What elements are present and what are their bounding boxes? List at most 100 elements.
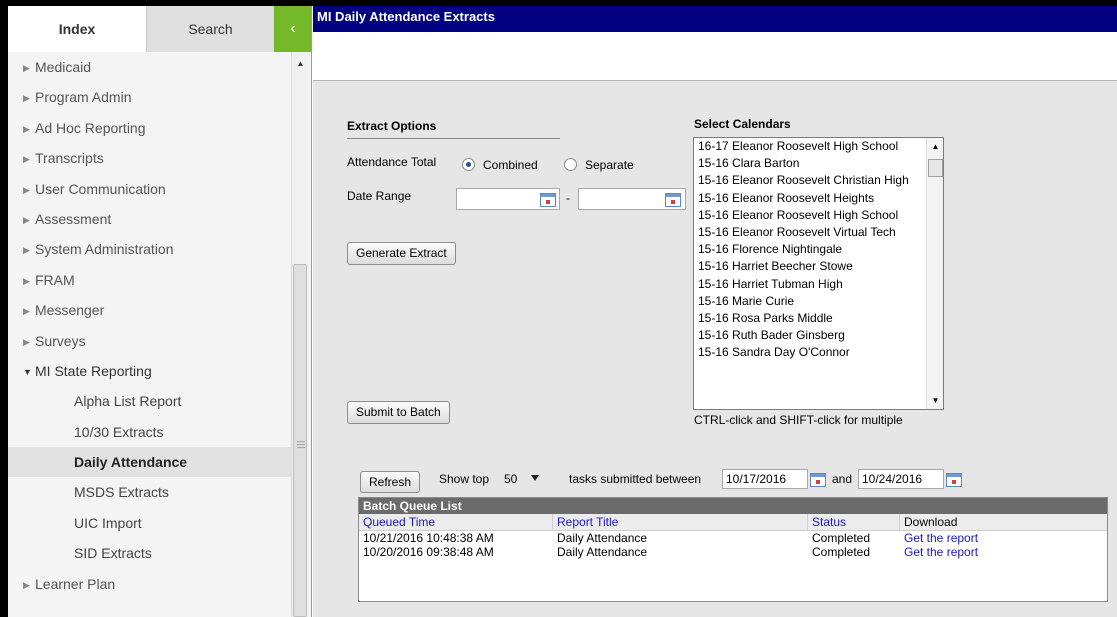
tasks-between-label: tasks submitted between bbox=[569, 472, 702, 486]
scroll-up-arrow-icon[interactable]: ▲ bbox=[292, 58, 309, 70]
nav-item-surveys[interactable]: ▶ Surveys bbox=[8, 326, 291, 356]
list-item[interactable]: 15-16 Sandra Day O'Connor bbox=[694, 344, 924, 361]
get-report-link[interactable]: Get the report bbox=[900, 545, 978, 559]
status-cell: Completed bbox=[812, 545, 871, 559]
nav-item-mi-state-reporting[interactable]: ▼ MI State Reporting bbox=[8, 356, 291, 386]
nav-item-transcripts[interactable]: ▶ Transcripts bbox=[8, 143, 291, 173]
list-item[interactable]: 15-16 Eleanor Roosevelt Heights bbox=[694, 190, 924, 207]
radio-separate[interactable] bbox=[564, 158, 577, 171]
status-cell: Completed bbox=[812, 531, 871, 545]
calendar-icon[interactable] bbox=[810, 473, 826, 487]
caret-right-icon: ▶ bbox=[23, 336, 30, 347]
calendar-scroll-thumb[interactable] bbox=[928, 159, 943, 177]
action-toolbar bbox=[313, 32, 1117, 81]
calendar-icon[interactable] bbox=[665, 193, 681, 207]
nav-item-label: System Administration bbox=[35, 241, 174, 258]
table-row: 10/21/2016 10:48:38 AM Daily Attendance … bbox=[359, 531, 1107, 545]
main-panel: MI Daily Attendance Extracts Extract Opt… bbox=[313, 6, 1117, 617]
nav-item-program-admin[interactable]: ▶ Program Admin bbox=[8, 82, 291, 112]
list-item[interactable]: 15-16 Clara Barton bbox=[694, 155, 924, 172]
caret-right-icon: ▶ bbox=[23, 154, 30, 165]
caret-right-icon: ▶ bbox=[23, 214, 30, 225]
column-header-status[interactable]: Status bbox=[808, 514, 900, 531]
nav-item-assessment[interactable]: ▶ Assessment bbox=[8, 204, 291, 234]
chevron-left-icon: ‹ bbox=[290, 20, 296, 37]
column-header-report-title[interactable]: Report Title bbox=[553, 514, 808, 531]
nav-item-label: Learner Plan bbox=[35, 575, 116, 592]
column-header-queued-time[interactable]: Queued Time bbox=[359, 514, 553, 531]
caret-right-icon: ▶ bbox=[23, 184, 30, 195]
list-item[interactable]: 15-16 Florence Nightingale bbox=[694, 241, 924, 258]
nav-item-fram[interactable]: ▶ FRAM bbox=[8, 265, 291, 295]
caret-right-icon: ▶ bbox=[23, 63, 30, 73]
collapse-sidebar-button[interactable]: ‹ bbox=[274, 6, 311, 52]
sidebar-tabs: Index Search ‹ bbox=[8, 6, 311, 52]
chevron-down-icon[interactable] bbox=[531, 475, 539, 481]
batch-to-date-input[interactable] bbox=[858, 469, 944, 489]
nav-item-label: FRAM bbox=[35, 271, 75, 288]
separate-label: Separate bbox=[585, 158, 634, 172]
calendar-icon[interactable] bbox=[946, 473, 962, 487]
tab-index[interactable]: Index bbox=[8, 6, 146, 52]
nav-item-label: Assessment bbox=[35, 210, 112, 227]
batch-from-date-input[interactable] bbox=[722, 469, 808, 489]
nav-item-system-administration[interactable]: ▶ System Administration bbox=[8, 234, 291, 264]
nav-item-messenger[interactable]: ▶ Messenger bbox=[8, 295, 291, 325]
nav-sub-sid-extracts[interactable]: SID Extracts bbox=[8, 538, 291, 568]
tab-search[interactable]: Search bbox=[146, 6, 274, 52]
caret-right-icon: ▶ bbox=[23, 306, 30, 317]
radio-combined[interactable] bbox=[462, 158, 475, 171]
and-label: and bbox=[832, 472, 853, 486]
generate-extract-button[interactable]: Generate Extract bbox=[347, 242, 456, 265]
list-item[interactable]: 15-16 Marie Curie bbox=[694, 293, 924, 310]
list-item[interactable]: 15-16 Rosa Parks Middle bbox=[694, 310, 924, 327]
caret-right-icon: ▶ bbox=[23, 93, 30, 104]
batch-queue-title: Batch Queue List bbox=[359, 498, 1107, 514]
caret-right-icon: ▶ bbox=[23, 245, 30, 256]
combined-label: Combined bbox=[483, 158, 538, 172]
nav-sub-uic-import[interactable]: UIC Import bbox=[8, 508, 291, 538]
nav-item-learner-plan[interactable]: ▶ Learner Plan bbox=[8, 569, 291, 599]
submit-to-batch-button[interactable]: Submit to Batch bbox=[347, 401, 450, 424]
list-item[interactable]: 15-16 Eleanor Roosevelt Virtual Tech bbox=[694, 224, 924, 241]
list-item[interactable]: 15-16 Eleanor Roosevelt Christian High bbox=[694, 172, 924, 189]
nav-sub-10-30-extracts[interactable]: 10/30 Extracts bbox=[8, 417, 291, 447]
list-item[interactable]: 15-16 Ruth Bader Ginsberg bbox=[694, 327, 924, 344]
list-item[interactable]: 16-17 Eleanor Roosevelt High School bbox=[694, 138, 924, 155]
sidebar-scrollbar[interactable]: ▲ — — — bbox=[291, 52, 308, 617]
nav-item-ad-hoc-reporting[interactable]: ▶ Ad Hoc Reporting bbox=[8, 113, 291, 143]
list-item[interactable]: 15-16 Harriet Beecher Stowe bbox=[694, 258, 924, 275]
nav-item-label: MI State Reporting bbox=[35, 362, 152, 379]
date-separator: - bbox=[566, 191, 570, 205]
report-title-cell: Daily Attendance bbox=[557, 545, 648, 559]
nav-sub-alpha-list-report[interactable]: Alpha List Report bbox=[8, 386, 291, 416]
nav-item-label: Ad Hoc Reporting bbox=[35, 119, 146, 136]
nav-item-medicaid[interactable]: ▶ Medicaid bbox=[8, 52, 291, 82]
nav-tree: ▶ Medicaid ▶ Program Admin ▶ Ad Hoc Reporti… bbox=[8, 52, 291, 599]
calendar-list-scrollbar[interactable]: ▲ ▼ bbox=[926, 138, 943, 409]
calendar-listbox[interactable]: 16-17 Eleanor Roosevelt High School 15-1… bbox=[693, 137, 944, 410]
caret-right-icon: ▶ bbox=[23, 123, 30, 134]
nav-item-label: User Communication bbox=[35, 180, 166, 197]
calendar-icon[interactable] bbox=[540, 193, 556, 207]
nav-item-label: Medicaid bbox=[35, 59, 92, 75]
sidebar-scroll-thumb[interactable]: — — — bbox=[293, 264, 307, 617]
caret-right-icon: ▶ bbox=[23, 579, 30, 590]
refresh-button[interactable]: Refresh bbox=[360, 471, 421, 493]
nav-item-label: Transcripts bbox=[35, 150, 104, 167]
nav-sub-msds-extracts[interactable]: MSDS Extracts bbox=[8, 477, 291, 507]
calendar-hint: CTRL-click and SHIFT-click for multiple bbox=[694, 413, 903, 427]
get-report-link[interactable]: Get the report bbox=[900, 531, 978, 545]
table-row: 10/20/2016 09:38:48 AM Daily Attendance … bbox=[359, 545, 1107, 559]
extract-options-title: Extract Options bbox=[347, 119, 560, 139]
list-item[interactable]: 15-16 Eleanor Roosevelt High School bbox=[694, 207, 924, 224]
scroll-up-arrow-icon[interactable]: ▲ bbox=[927, 142, 943, 151]
page-title: MI Daily Attendance Extracts bbox=[313, 6, 1117, 32]
nav-sub-daily-attendance[interactable]: Daily Attendance bbox=[8, 447, 291, 478]
column-header-download: Download bbox=[904, 515, 958, 529]
report-title-cell: Daily Attendance bbox=[557, 531, 648, 545]
scroll-down-arrow-icon[interactable]: ▼ bbox=[927, 396, 943, 405]
list-item[interactable]: 15-16 Harriet Tubman High bbox=[694, 276, 924, 293]
show-top-label: Show top bbox=[439, 472, 490, 486]
nav-item-user-communication[interactable]: ▶ User Communication bbox=[8, 174, 291, 204]
